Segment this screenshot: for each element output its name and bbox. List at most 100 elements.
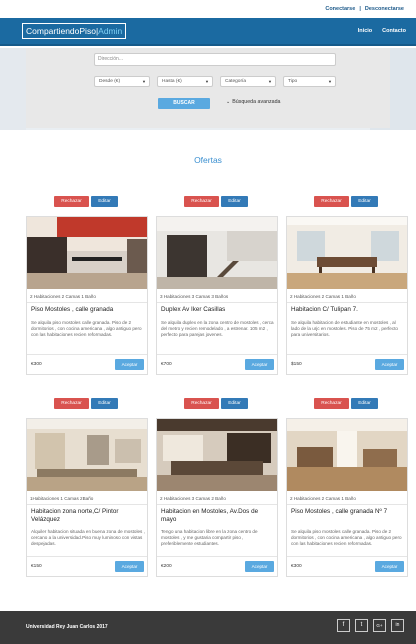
listing-price: €150 bbox=[31, 564, 42, 569]
category-value: Categoría bbox=[225, 79, 247, 84]
listing-description: Se alquila piso mostoles calle granada. … bbox=[291, 529, 402, 546]
search-panel: Dirección... Desde (€) ▼ Hasta (€) ▼ Cat… bbox=[26, 48, 390, 128]
listing-card[interactable]: 3 Habitaciones 3 Camas 3 Baños Duplex Av… bbox=[156, 216, 278, 375]
listing-description: Alquiler habitacion situada en buena zon… bbox=[31, 529, 145, 546]
listing-title[interactable]: Habitacion en Mostoles, Av.Dos de mayo bbox=[161, 508, 275, 523]
logout-link[interactable]: Desconectarse bbox=[363, 6, 406, 12]
listing-footer: €200 Aceptar bbox=[157, 556, 277, 576]
edit-button[interactable]: Editar bbox=[91, 196, 118, 207]
listing-title[interactable]: Piso Mostoles , calle granada Nº 7 bbox=[291, 508, 405, 516]
listing-price: €700 bbox=[161, 362, 172, 367]
listing-description: Tengo una habitacion libre en la zona ce… bbox=[161, 529, 258, 546]
listing-actions: Rechazar Editar bbox=[184, 196, 248, 207]
reject-button[interactable]: Rechazar bbox=[54, 398, 89, 409]
google-plus-icon[interactable]: G+ bbox=[373, 619, 386, 632]
edit-button[interactable]: Editar bbox=[221, 196, 248, 207]
nav-contact-link[interactable]: Contacto bbox=[382, 28, 406, 34]
advanced-search-toggle[interactable]: ⌄ Búsqueda avanzada bbox=[226, 99, 281, 105]
listing-price: €300 bbox=[291, 564, 302, 569]
chevron-down-icon: ▼ bbox=[142, 79, 146, 84]
listing-footer: $150 Aceptar bbox=[287, 354, 407, 374]
edit-button[interactable]: Editar bbox=[351, 196, 378, 207]
listing-description: Se alquila duplex en la zona centro de m… bbox=[161, 320, 274, 337]
type-value: Tipo bbox=[288, 79, 298, 84]
listing-card[interactable]: 1Habitaciones 1 Camas 2Baño Habitacion z… bbox=[26, 418, 148, 577]
listing-actions: Rechazar Editar bbox=[184, 398, 248, 409]
chevron-down-icon: ▼ bbox=[268, 79, 272, 84]
address-search-input[interactable]: Dirección... bbox=[94, 53, 336, 66]
listing-photo[interactable] bbox=[27, 419, 147, 491]
listing-features: 2 Habitaciones 3 Camas 2 Baño bbox=[157, 493, 277, 505]
reject-button[interactable]: Rechazar bbox=[314, 196, 349, 207]
listing-actions: Rechazar Editar bbox=[314, 196, 378, 207]
login-link[interactable]: Conectarse bbox=[323, 6, 357, 12]
twitter-icon[interactable]: t bbox=[355, 619, 368, 632]
listing-price: $150 bbox=[291, 362, 302, 367]
chevron-down-icon: ⌄ bbox=[226, 99, 231, 105]
edit-button[interactable]: Editar bbox=[221, 398, 248, 409]
footer-copyright: Universidad Rey Juan Carlos 2017 bbox=[26, 624, 108, 630]
listing-actions: Rechazar Editar bbox=[314, 398, 378, 409]
listing-footer: €150 Aceptar bbox=[27, 556, 147, 576]
chevron-down-icon: ▼ bbox=[328, 79, 332, 84]
listing-features: 3 Habitaciones 3 Camas 3 Baños bbox=[157, 291, 277, 303]
brand-name: CompartiendoPiso bbox=[26, 26, 96, 36]
category-select[interactable]: Categoría ▼ bbox=[220, 76, 276, 87]
edit-button[interactable]: Editar bbox=[91, 398, 118, 409]
nav-home-link[interactable]: Inicio bbox=[358, 28, 372, 34]
listing-photo[interactable] bbox=[287, 217, 407, 289]
listing-title[interactable]: Habitacion C/ Tulipan 7. bbox=[291, 306, 405, 314]
chevron-down-icon: ▼ bbox=[205, 79, 209, 84]
listing-title[interactable]: Habitacion zona norte,C/ Pintor Velázque… bbox=[31, 508, 145, 523]
nav-links: Inicio Contacto bbox=[358, 28, 406, 34]
listing-footer: €300 Aceptar bbox=[287, 556, 407, 576]
accept-button[interactable]: Aceptar bbox=[245, 561, 274, 572]
price-from-select[interactable]: Desde (€) ▼ bbox=[94, 76, 150, 87]
edit-button[interactable]: Editar bbox=[351, 398, 378, 409]
listing-features: 2 Habitaciones 2 Camas 1 Baño bbox=[287, 493, 407, 505]
accept-button[interactable]: Aceptar bbox=[115, 359, 144, 370]
listing-price: €200 bbox=[161, 564, 172, 569]
type-select[interactable]: Tipo ▼ bbox=[283, 76, 336, 87]
listing-photo[interactable] bbox=[287, 419, 407, 491]
listing-card[interactable]: 2 Habitaciones 3 Camas 2 Baño Habitacion… bbox=[156, 418, 278, 577]
search-button[interactable]: BUSCAR bbox=[158, 98, 210, 109]
listing-photo[interactable] bbox=[157, 217, 277, 289]
price-from-value: Desde (€) bbox=[99, 79, 121, 84]
price-to-select[interactable]: Hasta (€) ▼ bbox=[157, 76, 213, 87]
listing-title[interactable]: Piso Mostoles , calle granada bbox=[31, 306, 145, 314]
listing-photo[interactable] bbox=[157, 419, 277, 491]
listing-features: 1Habitaciones 1 Camas 2Baño bbox=[27, 493, 147, 505]
price-to-value: Hasta (€) bbox=[162, 79, 182, 84]
listing-card[interactable]: 2 Habitaciones 2 Camas 1 Baño Piso Mosto… bbox=[26, 216, 148, 375]
section-title: Ofertas bbox=[194, 155, 222, 165]
accept-button[interactable]: Aceptar bbox=[115, 561, 144, 572]
reject-button[interactable]: Rechazar bbox=[54, 196, 89, 207]
reject-button[interactable]: Rechazar bbox=[184, 398, 219, 409]
listing-title[interactable]: Duplex Av Iker Casillas bbox=[161, 306, 275, 314]
linkedin-icon[interactable]: in bbox=[391, 619, 404, 632]
listing-features: 2 Habitaciones 2 Camas 1 Baño bbox=[287, 291, 407, 303]
accept-button[interactable]: Aceptar bbox=[375, 359, 404, 370]
listing-card[interactable]: 2 Habitaciones 2 Camas 1 Baño Piso Mosto… bbox=[286, 418, 408, 577]
top-utility-bar: Conectarse | Desconectarse bbox=[0, 0, 416, 18]
listing-actions: Rechazar Editar bbox=[54, 398, 118, 409]
brand-suffix: Admin bbox=[98, 26, 123, 36]
listing-footer: €700 Aceptar bbox=[157, 354, 277, 374]
facebook-icon[interactable]: f bbox=[337, 619, 350, 632]
listing-features: 2 Habitaciones 2 Camas 1 Baño bbox=[27, 291, 147, 303]
listing-description: Se alquila habitacion de estudiante en m… bbox=[291, 320, 398, 337]
listing-actions: Rechazar Editar bbox=[54, 196, 118, 207]
reject-button[interactable]: Rechazar bbox=[314, 398, 349, 409]
advanced-search-label: Búsqueda avanzada bbox=[232, 99, 281, 105]
accept-button[interactable]: Aceptar bbox=[245, 359, 274, 370]
site-footer: Universidad Rey Juan Carlos 2017 f t G+ … bbox=[0, 611, 416, 644]
listing-description: Se alquila piso mostoles calle granada. … bbox=[31, 320, 142, 337]
listing-price: €300 bbox=[31, 362, 42, 367]
reject-button[interactable]: Rechazar bbox=[184, 196, 219, 207]
listing-footer: €300 Aceptar bbox=[27, 354, 147, 374]
listing-photo[interactable] bbox=[27, 217, 147, 289]
accept-button[interactable]: Aceptar bbox=[375, 561, 404, 572]
listing-card[interactable]: 2 Habitaciones 2 Camas 1 Baño Habitacion… bbox=[286, 216, 408, 375]
site-logo[interactable]: CompartiendoPiso|Admin bbox=[22, 23, 127, 39]
